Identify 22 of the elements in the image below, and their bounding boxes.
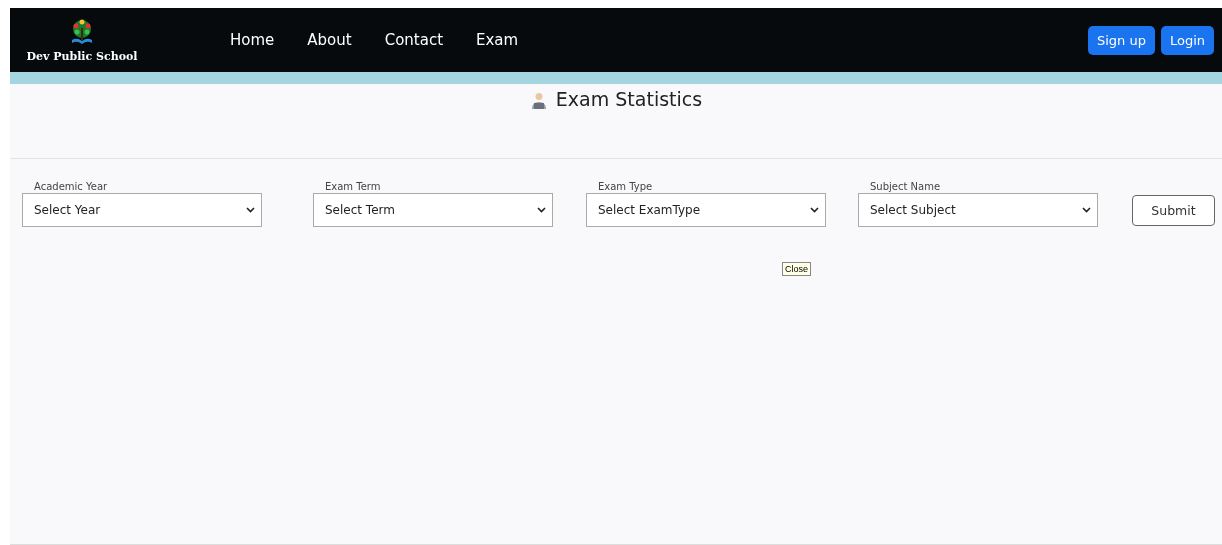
nav-link[interactable]: Contact: [384, 31, 443, 49]
page-title: Exam Statistics: [555, 88, 703, 110]
dropdown[interactable]: Select Term: [313, 193, 553, 227]
school-name: Dev Public School: [26, 49, 138, 63]
nav-link[interactable]: Home: [230, 31, 275, 49]
field-label: Exam Type: [597, 181, 654, 193]
tooltip: Close: [782, 262, 811, 276]
chevron-down-icon: [810, 207, 819, 213]
dropdown[interactable]: Select ExamType: [586, 193, 826, 227]
chevron-down-icon: [537, 207, 546, 213]
nav-link[interactable]: Exam: [476, 31, 519, 49]
dropdown[interactable]: Select Subject: [858, 193, 1098, 227]
field-label: Subject Name: [869, 181, 942, 193]
nav-link[interactable]: About: [307, 31, 352, 49]
submit-button[interactable]: Submit: [1132, 195, 1215, 226]
field-label: Academic Year: [33, 181, 109, 193]
chevron-down-icon: [1082, 207, 1091, 213]
auth-button[interactable]: Login: [1160, 25, 1214, 55]
field-label: Exam Term: [324, 181, 382, 193]
chevron-down-icon: [246, 207, 255, 213]
dropdown[interactable]: Select Year: [22, 193, 262, 227]
auth-button[interactable]: Sign up: [1087, 25, 1155, 55]
